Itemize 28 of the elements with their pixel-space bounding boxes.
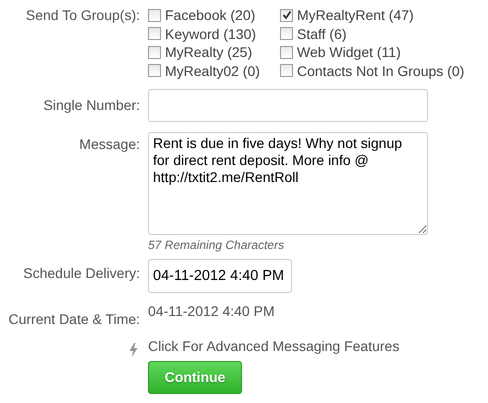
- checkbox-option[interactable]: Keyword (130): [148, 24, 280, 43]
- field-label: Single Number:: [42, 96, 140, 115]
- checkbox[interactable]: [280, 46, 293, 59]
- checkbox[interactable]: [280, 27, 293, 40]
- checkbox-option[interactable]: MyRealty02 (0): [148, 62, 280, 80]
- checkbox[interactable]: [148, 27, 161, 40]
- field-label: Current Date & Time:: [8, 310, 140, 328]
- checkbox[interactable]: [148, 46, 161, 59]
- schedule-field[interactable]: 04-11-2012 4:40 PM: [148, 259, 292, 294]
- remaining-characters: 57 Remaining Characters: [148, 238, 286, 252]
- lightning-icon: [129, 342, 138, 357]
- field-label: Message:: [78, 135, 140, 154]
- checkbox-option[interactable]: Staff (6): [280, 24, 488, 43]
- checkbox[interactable]: [280, 64, 293, 78]
- checkbox[interactable]: [148, 8, 161, 22]
- advanced-features-link[interactable]: Click For Advanced Messaging Features: [148, 338, 400, 354]
- checkbox-option[interactable]: MyRealtyRent (47): [280, 6, 488, 24]
- checkbox[interactable]: [148, 64, 161, 78]
- message-field[interactable]: Rent is due in five days! Why not signup for direct rent deposit. More info @ http://txtit2.me/RentRoll: [148, 132, 428, 235]
- checkbox-option[interactable]: Contacts Not In Groups (0): [280, 62, 488, 80]
- field-label: Send To Group(s):: [24, 6, 140, 25]
- checkbox-option[interactable]: MyRealty (25): [148, 43, 280, 62]
- current-date-time: 04-11-2012 4:40 PM: [148, 303, 276, 320]
- checkbox-option[interactable]: Web Widget (11): [280, 43, 488, 62]
- checkbox-option[interactable]: Facebook (20): [148, 6, 280, 24]
- single-number-field[interactable]: [148, 89, 428, 122]
- field-label: Schedule Delivery:: [22, 264, 140, 284]
- checkbox[interactable]: [280, 8, 293, 22]
